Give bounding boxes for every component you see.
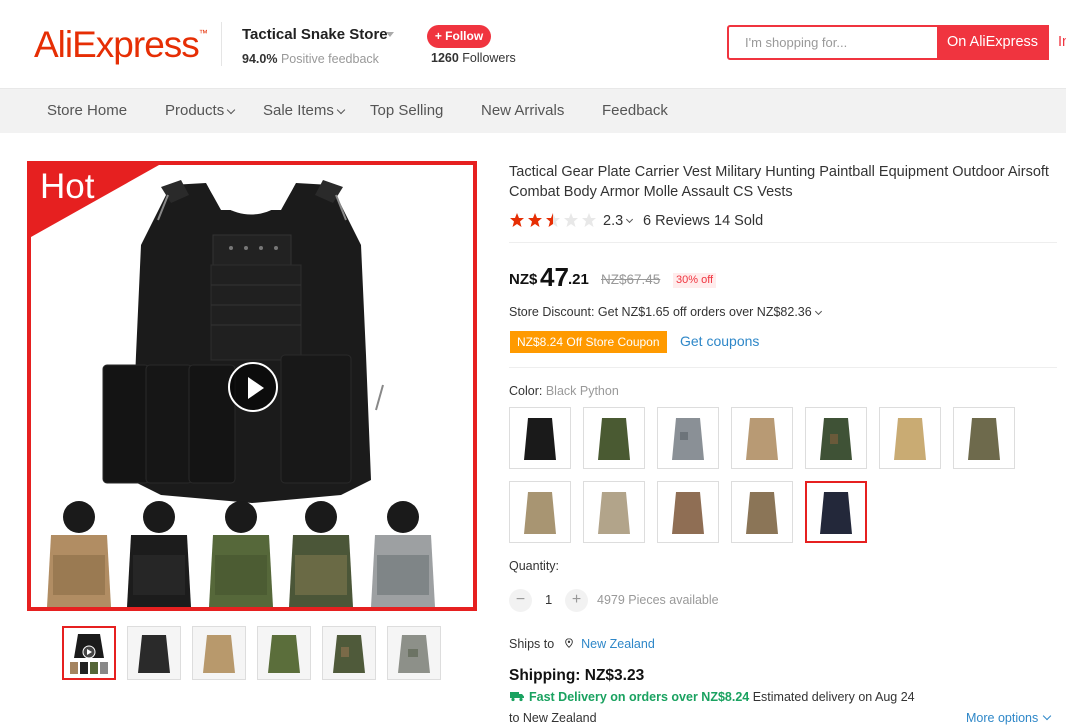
ships-to: Ships to New Zealand [509, 637, 655, 651]
nav-sale-items[interactable]: Sale Items [263, 89, 346, 134]
thumbnail-6[interactable] [387, 626, 441, 680]
chevron-down-icon [1043, 711, 1052, 721]
color-swatch-mud[interactable] [731, 481, 793, 543]
color-swatch-olive-camo[interactable] [953, 407, 1015, 469]
search-box: On AliExpress In [727, 25, 1066, 60]
thumbnail-3[interactable] [192, 626, 246, 680]
discount-badge: 30% off [673, 273, 717, 288]
shipping-cost: Shipping: NZ$3.23 [509, 667, 645, 684]
rating-score[interactable]: 2.3 [603, 213, 634, 229]
chevron-down-icon [336, 105, 346, 115]
quantity-value[interactable]: 1 [545, 592, 552, 607]
product-title: Tactical Gear Plate Carrier Vest Militar… [509, 164, 1049, 200]
color-swatch-black-python[interactable] [805, 481, 867, 543]
header: AliExpress™ Tactical Snake Store 94.0% P… [0, 0, 1066, 88]
truck-icon [510, 692, 524, 702]
ships-to-country[interactable]: New Zealand [581, 637, 655, 651]
color-swatch-khaki[interactable] [879, 407, 941, 469]
hot-badge-label: Hot [40, 167, 95, 206]
chevron-down-icon [626, 215, 634, 224]
quantity-plus-button[interactable]: + [565, 589, 588, 612]
store-discount[interactable]: Store Discount: Get NZ$1.65 off orders o… [509, 305, 822, 319]
thumbnail-image [64, 628, 114, 678]
thumbnail-image [193, 627, 245, 679]
color-swatch-acu[interactable] [657, 407, 719, 469]
color-swatch-light-camo[interactable] [583, 481, 645, 543]
swatch-image [658, 408, 718, 468]
price-decimal: .21 [568, 271, 589, 288]
star-rating[interactable] [509, 212, 599, 235]
swatch-image [880, 408, 940, 468]
price-currency: NZ$ [509, 271, 538, 288]
chevron-down-icon [226, 105, 236, 115]
search-in-store-button[interactable]: In [1048, 25, 1066, 60]
color-label: Color: Black Python [509, 384, 619, 398]
thumbnail-2[interactable] [127, 626, 181, 680]
reviews-count[interactable]: 6 Reviews [643, 213, 710, 229]
divider [509, 242, 1057, 243]
thumbnail-image [258, 627, 310, 679]
followers-count: 1260 Followers [431, 51, 516, 65]
get-coupons-link[interactable]: Get coupons [680, 333, 759, 349]
more-options-link[interactable]: More options [966, 711, 1052, 725]
chevron-down-icon [814, 307, 822, 316]
nav-new-arrivals[interactable]: New Arrivals [481, 89, 564, 134]
search-button[interactable]: On AliExpress [937, 25, 1048, 60]
store-feedback: 94.0% Positive feedback [242, 52, 379, 66]
color-swatch-green[interactable] [583, 407, 645, 469]
store-name[interactable]: Tactical Snake Store [242, 26, 388, 43]
swatch-image [954, 408, 1014, 468]
header-divider [221, 22, 222, 66]
thumbnail-image [388, 627, 440, 679]
nav-products[interactable]: Products [165, 89, 236, 134]
follow-button[interactable]: + Follow [427, 25, 491, 48]
nav-store-home[interactable]: Store Home [47, 89, 127, 134]
swatch-image [658, 482, 718, 542]
swatch-image [584, 408, 644, 468]
pieces-available: 4979 Pieces available [597, 593, 719, 607]
swatch-image [510, 408, 570, 468]
search-input[interactable] [729, 27, 937, 58]
nav-top-selling[interactable]: Top Selling [370, 89, 443, 134]
original-price: NZ$67.45 [601, 272, 661, 287]
nav-feedback[interactable]: Feedback [602, 89, 668, 134]
thumbnail-5[interactable] [322, 626, 376, 680]
swatch-image [806, 408, 866, 468]
swatch-image [732, 408, 792, 468]
aliexpress-logo[interactable]: AliExpress™ [34, 24, 208, 66]
delivery-destination: to New Zealand [509, 711, 597, 725]
divider [509, 367, 1057, 368]
color-swatch-black[interactable] [509, 407, 571, 469]
swatch-image [510, 482, 570, 542]
color-swatch-desert-camo[interactable] [509, 481, 571, 543]
thumbnail-1[interactable] [62, 626, 116, 680]
thumbnail-image [128, 627, 180, 679]
main-product-image[interactable]: Hot [27, 161, 477, 611]
thumbnail-4[interactable] [257, 626, 311, 680]
chevron-down-icon[interactable] [386, 32, 394, 37]
color-swatch-brown-camo[interactable] [657, 481, 719, 543]
store-nav: Store Home Products Sale Items Top Selli… [0, 88, 1066, 133]
stars-icon [510, 213, 596, 227]
play-icon[interactable] [228, 362, 278, 412]
quantity-minus-button[interactable]: − [509, 589, 532, 612]
location-pin-icon [564, 638, 573, 648]
store-coupon-badge: NZ$8.24 Off Store Coupon [510, 331, 667, 353]
price-integer: 47 [540, 262, 569, 292]
fast-delivery: Fast Delivery on orders over NZ$8.24 Est… [509, 690, 915, 704]
color-swatch-woodland[interactable] [805, 407, 867, 469]
color-swatch-tan[interactable] [731, 407, 793, 469]
swatch-image [732, 482, 792, 542]
thumbnail-image [323, 627, 375, 679]
swatch-image [584, 482, 644, 542]
swatch-image [807, 483, 865, 541]
sold-count: 14 Sold [714, 213, 764, 229]
quantity-label: Quantity: [509, 559, 560, 573]
